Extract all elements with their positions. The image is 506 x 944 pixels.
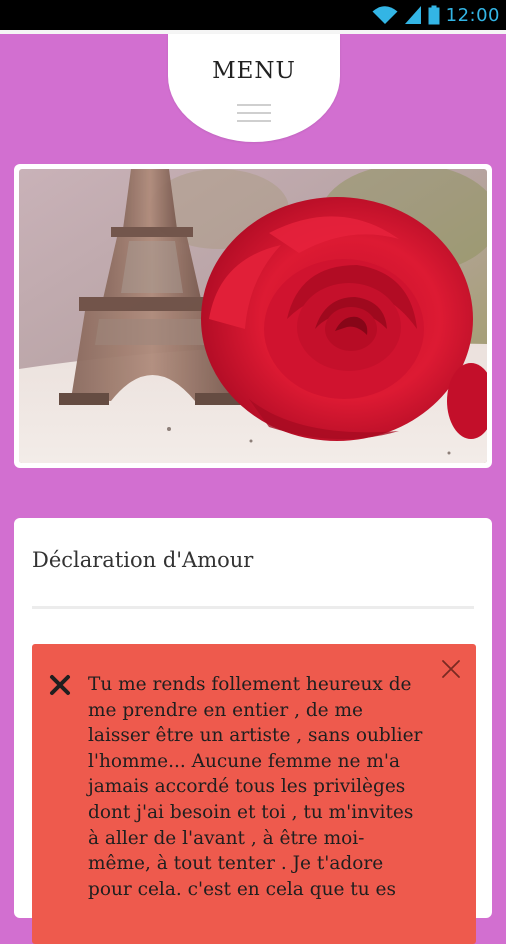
menu-label: MENU (212, 58, 296, 84)
card-divider (32, 606, 474, 609)
message-alert: Tu me rends follement heureux de me pren… (32, 644, 476, 944)
status-time: 12:00 (445, 4, 500, 26)
x-icon (50, 675, 70, 695)
hero-frame (14, 164, 492, 468)
rose-eiffel-tower-photo (19, 169, 487, 463)
status-bar: 12:00 (0, 0, 506, 30)
close-icon[interactable] (440, 658, 462, 680)
status-icons: 12:00 (372, 4, 500, 26)
alert-message: Tu me rends follement heureux de me pren… (88, 674, 423, 900)
hamburger-icon (237, 104, 271, 126)
wifi-icon (372, 6, 398, 24)
battery-icon (428, 5, 440, 25)
card-title: Déclaration d'Amour (32, 548, 254, 572)
signal-icon (404, 6, 421, 24)
menu-button[interactable]: MENU (168, 34, 340, 142)
content-card: Déclaration d'Amour Tu me rends follemen… (14, 518, 492, 944)
